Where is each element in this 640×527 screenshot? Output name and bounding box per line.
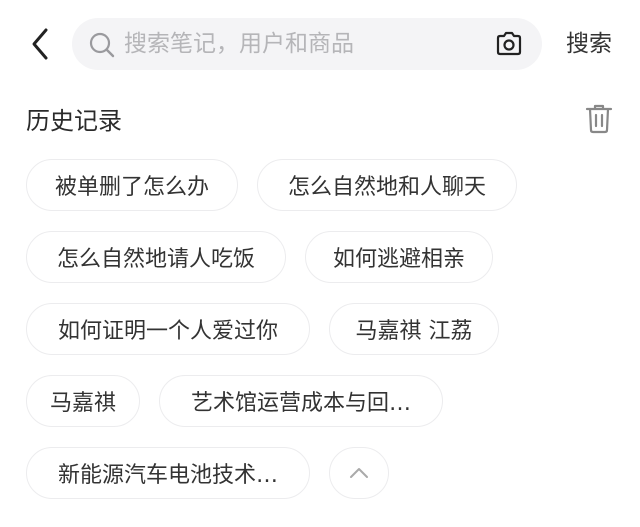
history-chip[interactable]: 怎么自然地和人聊天 (257, 159, 517, 211)
history-chip[interactable]: 如何证明一个人爱过你 (26, 303, 310, 355)
search-page: 搜索 历史记录 被单删了怎么办 怎么自然地和人聊天 怎么自然地请人吃饭 如何逃避… (0, 0, 640, 527)
history-chip[interactable]: 被单删了怎么办 (26, 159, 238, 211)
history-chip[interactable]: 如何逃避相亲 (305, 231, 493, 283)
history-chip[interactable]: 艺术馆运营成本与回… (159, 375, 443, 427)
history-chip[interactable]: 马嘉祺 (26, 375, 140, 427)
collapse-history-button[interactable] (329, 447, 389, 499)
history-chip[interactable]: 马嘉祺 江荔 (329, 303, 499, 355)
history-chip-list: 被单删了怎么办 怎么自然地和人聊天 怎么自然地请人吃饭 如何逃避相亲 如何证明一… (0, 0, 640, 527)
history-chip[interactable]: 新能源汽车电池技术… (26, 447, 310, 499)
chevron-up-icon (350, 468, 368, 478)
history-chip[interactable]: 怎么自然地请人吃饭 (26, 231, 286, 283)
